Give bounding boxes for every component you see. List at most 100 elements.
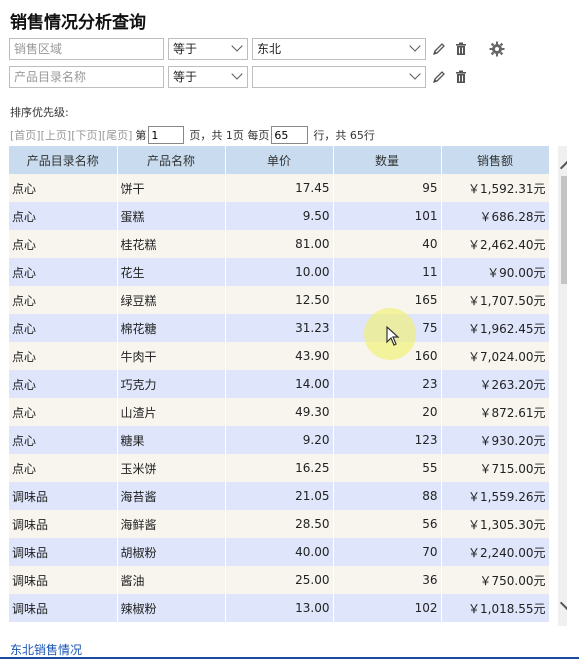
table-row[interactable]: 点心 花生 10.00 11 ￥90.00元 <box>9 258 550 286</box>
filter-row-2: 产品目录名称 等于 <box>9 66 470 88</box>
price-cell: 12.50 <box>225 286 334 314</box>
table-row[interactable]: 点心 牛肉干 43.90 160 ￥7,024.00元 <box>9 342 550 370</box>
rows-per-page-input[interactable] <box>271 126 309 144</box>
pager: [首页] [上页] [下页] [尾页] 第 页，共 1页 每页 行，共 65行 <box>10 126 375 144</box>
table-row[interactable]: 调味品 酱油 25.00 36 ￥750.00元 <box>9 566 550 594</box>
trash-icon[interactable] <box>452 68 470 86</box>
table-row[interactable]: 点心 桂花糕 81.00 40 ￥2,462.40元 <box>9 230 550 258</box>
prev-page-link[interactable]: [上页] <box>41 127 72 143</box>
price-cell: 17.45 <box>225 174 334 202</box>
sales-cell: ￥1,592.31元 <box>441 174 550 202</box>
operator-select[interactable]: 等于 <box>168 38 248 60</box>
product-cell: 绿豆糕 <box>117 286 226 314</box>
product-cell: 辣椒粉 <box>117 594 226 622</box>
sales-cell: ￥1,707.50元 <box>441 286 550 314</box>
table-row[interactable]: 调味品 海苔酱 21.05 88 ￥1,559.26元 <box>9 482 550 510</box>
table-row[interactable]: 点心 玉米饼 16.25 55 ￥715.00元 <box>9 454 550 482</box>
table-row[interactable]: 点心 饼干 17.45 95 ￥1,592.31元 <box>9 174 550 202</box>
sales-cell: ￥1,962.45元 <box>441 314 550 342</box>
category-cell: 点心 <box>9 426 118 454</box>
sales-cell: ￥686.28元 <box>441 202 550 230</box>
sales-cell: ￥1,559.26元 <box>441 482 550 510</box>
category-cell: 点心 <box>9 398 118 426</box>
rows-suffix: 行，共 65行 <box>313 129 375 142</box>
trash-icon[interactable] <box>452 40 470 58</box>
sales-cell: ￥2,240.00元 <box>441 538 550 566</box>
price-cell: 40.00 <box>225 538 334 566</box>
filter-row-1: 销售区域 等于 东北 <box>9 38 506 60</box>
price-cell: 25.00 <box>225 566 334 594</box>
category-cell: 点心 <box>9 314 118 342</box>
sales-cell: ￥872.61元 <box>441 398 550 426</box>
sort-priority-label: 排序优先级: <box>10 106 69 119</box>
last-page-link[interactable]: [尾页] <box>102 127 133 143</box>
gear-icon[interactable] <box>488 40 506 58</box>
column-header[interactable]: 销售额 <box>441 146 550 174</box>
product-cell: 玉米饼 <box>117 454 226 482</box>
page-number-input[interactable] <box>148 126 185 144</box>
category-cell: 点心 <box>9 258 118 286</box>
chevron-down-icon <box>231 68 243 80</box>
table-row[interactable]: 点心 蛋糕 9.50 101 ￥686.28元 <box>9 202 550 230</box>
quantity-cell: 88 <box>333 482 442 510</box>
vertical-scrollbar[interactable] <box>558 146 567 626</box>
northeast-sales-link[interactable]: 东北销售情况 <box>10 641 82 658</box>
product-cell: 花生 <box>117 258 226 286</box>
price-cell: 16.25 <box>225 454 334 482</box>
quantity-cell: 36 <box>333 566 442 594</box>
operator-value: 等于 <box>173 42 198 56</box>
category-cell: 调味品 <box>9 538 118 566</box>
quantity-cell: 23 <box>333 370 442 398</box>
filter-field-input[interactable]: 销售区域 <box>9 38 164 60</box>
column-header[interactable]: 数量 <box>333 146 442 174</box>
value-text: 东北 <box>257 42 282 56</box>
next-page-link[interactable]: [下页] <box>71 127 102 143</box>
sales-cell: ￥90.00元 <box>441 258 550 286</box>
table-row[interactable]: 点心 山渣片 49.30 20 ￥872.61元 <box>9 398 550 426</box>
table-row[interactable]: 点心 糖果 9.20 123 ￥930.20元 <box>9 426 550 454</box>
price-cell: 10.00 <box>225 258 334 286</box>
value-select[interactable]: 东北 <box>252 38 426 60</box>
column-header[interactable]: 单价 <box>225 146 334 174</box>
sales-cell: ￥715.00元 <box>441 454 550 482</box>
value-select[interactable] <box>252 66 426 88</box>
price-cell: 28.50 <box>225 510 334 538</box>
mouse-cursor-icon <box>386 325 400 350</box>
page-prefix: 第 <box>135 129 147 142</box>
table-row[interactable]: 调味品 辣椒粉 13.00 102 ￥1,018.55元 <box>9 594 550 622</box>
quantity-cell: 102 <box>333 594 442 622</box>
table-row[interactable]: 点心 巧克力 14.00 23 ￥263.20元 <box>9 370 550 398</box>
quantity-cell: 101 <box>333 202 442 230</box>
quantity-cell: 123 <box>333 426 442 454</box>
price-cell: 9.20 <box>225 426 334 454</box>
quantity-cell: 20 <box>333 398 442 426</box>
operator-select[interactable]: 等于 <box>168 66 248 88</box>
scroll-up-icon[interactable] <box>559 160 567 176</box>
category-cell: 点心 <box>9 230 118 258</box>
first-page-link[interactable]: [首页] <box>10 127 41 143</box>
product-cell: 山渣片 <box>117 398 226 426</box>
quantity-cell: 55 <box>333 454 442 482</box>
pencil-icon[interactable] <box>430 68 448 86</box>
price-cell: 43.90 <box>225 342 334 370</box>
column-header[interactable]: 产品名称 <box>117 146 226 174</box>
product-cell: 牛肉干 <box>117 342 226 370</box>
price-cell: 49.30 <box>225 398 334 426</box>
pencil-icon[interactable] <box>430 40 448 58</box>
price-cell: 31.23 <box>225 314 334 342</box>
table-row[interactable]: 点心 棉花糖 31.23 75 ￥1,962.45元 <box>9 314 550 342</box>
table-row[interactable]: 点心 绿豆糕 12.50 165 ￥1,707.50元 <box>9 286 550 314</box>
quantity-cell: 40 <box>333 230 442 258</box>
scrollbar-thumb[interactable] <box>561 176 567 284</box>
filter-field-input[interactable]: 产品目录名称 <box>9 66 164 88</box>
chevron-down-icon <box>231 40 243 52</box>
table-row[interactable]: 调味品 海鲜酱 28.50 56 ￥1,305.30元 <box>9 510 550 538</box>
category-cell: 调味品 <box>9 594 118 622</box>
category-cell: 点心 <box>9 202 118 230</box>
scroll-down-icon[interactable] <box>559 595 567 611</box>
column-header[interactable]: 产品目录名称 <box>9 146 118 174</box>
sales-cell: ￥2,462.40元 <box>441 230 550 258</box>
product-cell: 糖果 <box>117 426 226 454</box>
category-cell: 点心 <box>9 342 118 370</box>
table-row[interactable]: 调味品 胡椒粉 40.00 70 ￥2,240.00元 <box>9 538 550 566</box>
